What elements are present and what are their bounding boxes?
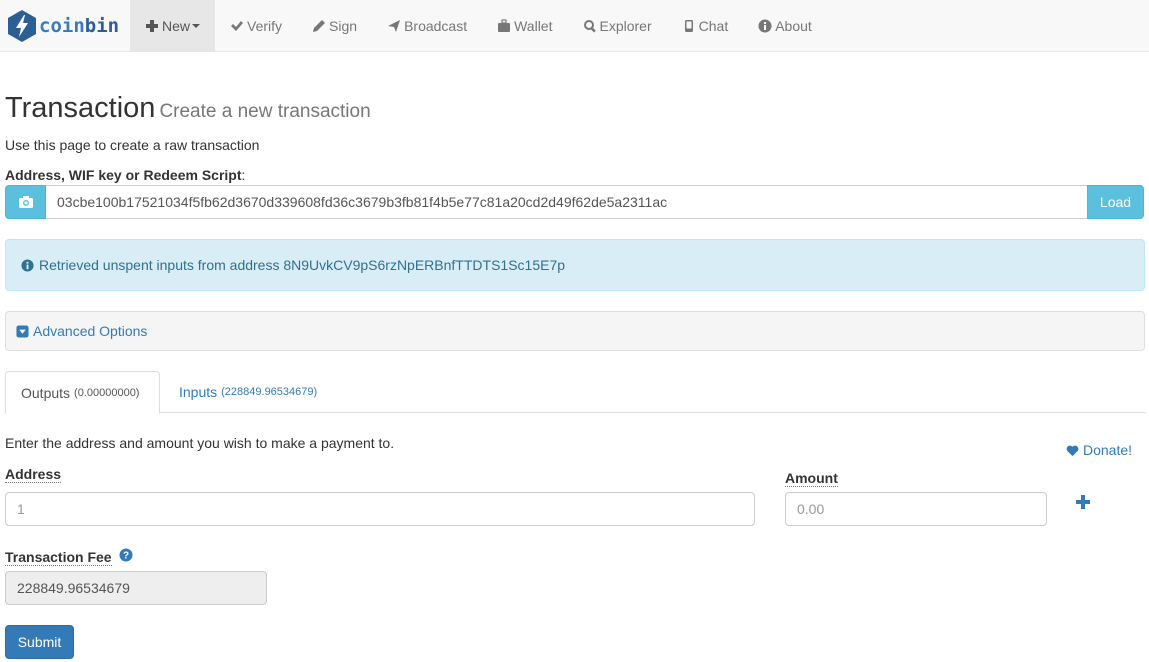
address-input-label: Address, WIF key or Redeem Script: [5,167,246,183]
transaction-fee-label: Transaction Fee [5,549,112,566]
page-title: Transaction Create a new transaction [5,92,371,124]
output-address-label: Address [5,466,62,483]
question-sign-icon[interactable]: ? [119,548,133,562]
advanced-options-label: Advanced Options [33,323,148,339]
output-address-input[interactable] [5,492,755,526]
nav-item-chat[interactable]: Chat [667,0,744,51]
camera-button[interactable] [5,185,46,219]
page-subtitle: Create a new transaction [159,101,371,122]
send-icon [388,19,401,32]
heart-icon [1066,445,1079,456]
camera-icon [18,196,33,208]
transaction-fee-input[interactable] [5,571,267,605]
advanced-options-toggle[interactable]: Advanced Options [5,311,1145,351]
page-description: Use this page to create a raw transactio… [5,137,260,153]
alert-text: Retrieved unspent inputs from address 8N… [39,257,566,273]
nav-item-wallet[interactable]: Wallet [482,0,567,51]
address-input-group: Load [5,185,1144,219]
nav-item-label: Broadcast [404,17,468,34]
brand-name: coinbin [39,15,120,37]
tab-bar: Outputs (0.00000000) Inputs (228849.965346… [5,371,1146,414]
submit-button[interactable]: Submit [5,625,74,659]
tab-outputs[interactable]: Outputs (0.00000000) [5,371,160,414]
nav-item-label: Wallet [514,17,553,34]
inputs-total: (228849.96534679) [221,386,318,398]
pencil-icon [313,19,326,32]
search-icon [583,19,596,32]
info-icon [758,19,772,32]
briefcase-icon [498,18,511,32]
caret-down-icon [192,23,201,28]
add-output-icon[interactable] [1075,494,1091,510]
nav-item-sign[interactable]: Sign [297,0,372,51]
address-wif-redeem-input[interactable] [46,185,1087,219]
output-amount-input[interactable] [785,492,1047,526]
nav-item-about[interactable]: About [743,0,827,51]
check-icon [231,20,244,31]
nav-item-broadcast[interactable]: Broadcast [372,0,482,51]
collapse-down-icon [16,324,29,338]
svg-text:?: ? [123,551,129,562]
tab-inputs[interactable]: Inputs (228849.96534679) [164,371,332,413]
nav-item-explorer[interactable]: Explorer [568,0,667,51]
nav-item-label: Chat [698,17,729,34]
nav-item-label: About [775,17,812,34]
brand[interactable]: coinbin [6,8,119,44]
outputs-total: (0.00000000) [74,386,140,399]
info-sign-icon [21,258,34,272]
donate-link[interactable]: Donate! [1066,442,1132,458]
nav-item-label: Sign [329,17,358,34]
phone-icon [684,19,693,32]
navbar: coinbin New Verify Sign Broadcast Wallet… [0,0,1149,52]
nav-item-label: New [162,17,191,34]
plus-icon [146,19,158,32]
load-button[interactable]: Load [1087,185,1144,219]
output-amount-label: Amount [785,470,838,487]
nav-item-new[interactable]: New [130,0,216,51]
nav-item-label: Explorer [599,17,652,34]
info-alert: Retrieved unspent inputs from address 8N… [5,239,1145,291]
nav-item-verify[interactable]: Verify [215,0,297,51]
coinbin-logo-icon [8,10,36,42]
outputs-intro: Enter the address and amount you wish to… [5,435,395,451]
nav-menu: New Verify Sign Broadcast Wallet Explore… [130,0,827,51]
nav-item-label: Verify [247,17,283,34]
